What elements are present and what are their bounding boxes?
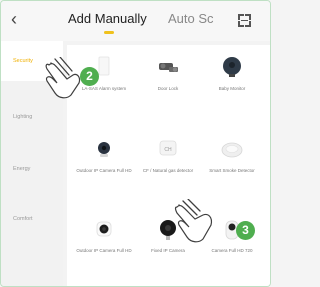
- device-label: Fixed IP Camera: [151, 248, 185, 253]
- active-tab-indicator: [104, 31, 114, 34]
- device-label: CF / Natural gas detector: [142, 168, 194, 173]
- device-label: Baby Monitor: [218, 86, 246, 91]
- gas-detector-icon: CH: [159, 140, 177, 156]
- sidebar-item-energy[interactable]: Energy: [1, 149, 63, 189]
- step-badge: 3: [236, 221, 255, 240]
- scan-icon[interactable]: [238, 14, 251, 27]
- app-frame: ‹ Add Manually Auto Sc Security Lighting…: [0, 0, 271, 287]
- device-tile[interactable]: Smart Smoke Detector: [201, 137, 263, 193]
- back-button[interactable]: ‹: [11, 9, 17, 29]
- tap-hand-icon: [174, 199, 213, 243]
- svg-text:CH: CH: [164, 147, 172, 153]
- tab-auto-scan[interactable]: Auto Sc: [168, 11, 214, 27]
- step-badge: 2: [80, 67, 99, 86]
- device-tile[interactable]: CH CF / Natural gas detector: [137, 137, 199, 193]
- baby-monitor-icon: [223, 57, 241, 77]
- top-bar: ‹ Add Manually Auto Sc: [1, 1, 270, 41]
- device-tile[interactable]: Door Lock: [137, 55, 199, 103]
- outdoor-camera-icon: [98, 142, 110, 157]
- device-label: Camera Full HD 720: [211, 248, 253, 253]
- device-label: Smart Smoke Detector: [209, 168, 255, 173]
- device-label: Door Lock: [157, 86, 179, 91]
- sidebar-item-comfort[interactable]: Comfort: [1, 199, 63, 239]
- chevron-left-icon: ‹: [11, 9, 17, 29]
- device-label: Outdoor IP Camera Full HD: [76, 168, 132, 173]
- smoke-detector-icon: [221, 142, 243, 158]
- sidebar-item-lighting[interactable]: Lighting: [1, 97, 63, 137]
- tab-add-manually[interactable]: Add Manually: [68, 11, 147, 27]
- outdoor-camera-icon: [96, 221, 112, 237]
- door-lock-icon: [159, 63, 178, 72]
- device-tile[interactable]: Outdoor IP Camera Full HD: [73, 217, 135, 277]
- device-label: Outdoor IP Camera Full HD: [76, 248, 132, 253]
- device-tile[interactable]: Outdoor IP Camera Full HD: [73, 137, 135, 193]
- device-tile[interactable]: Baby Monitor: [201, 55, 263, 103]
